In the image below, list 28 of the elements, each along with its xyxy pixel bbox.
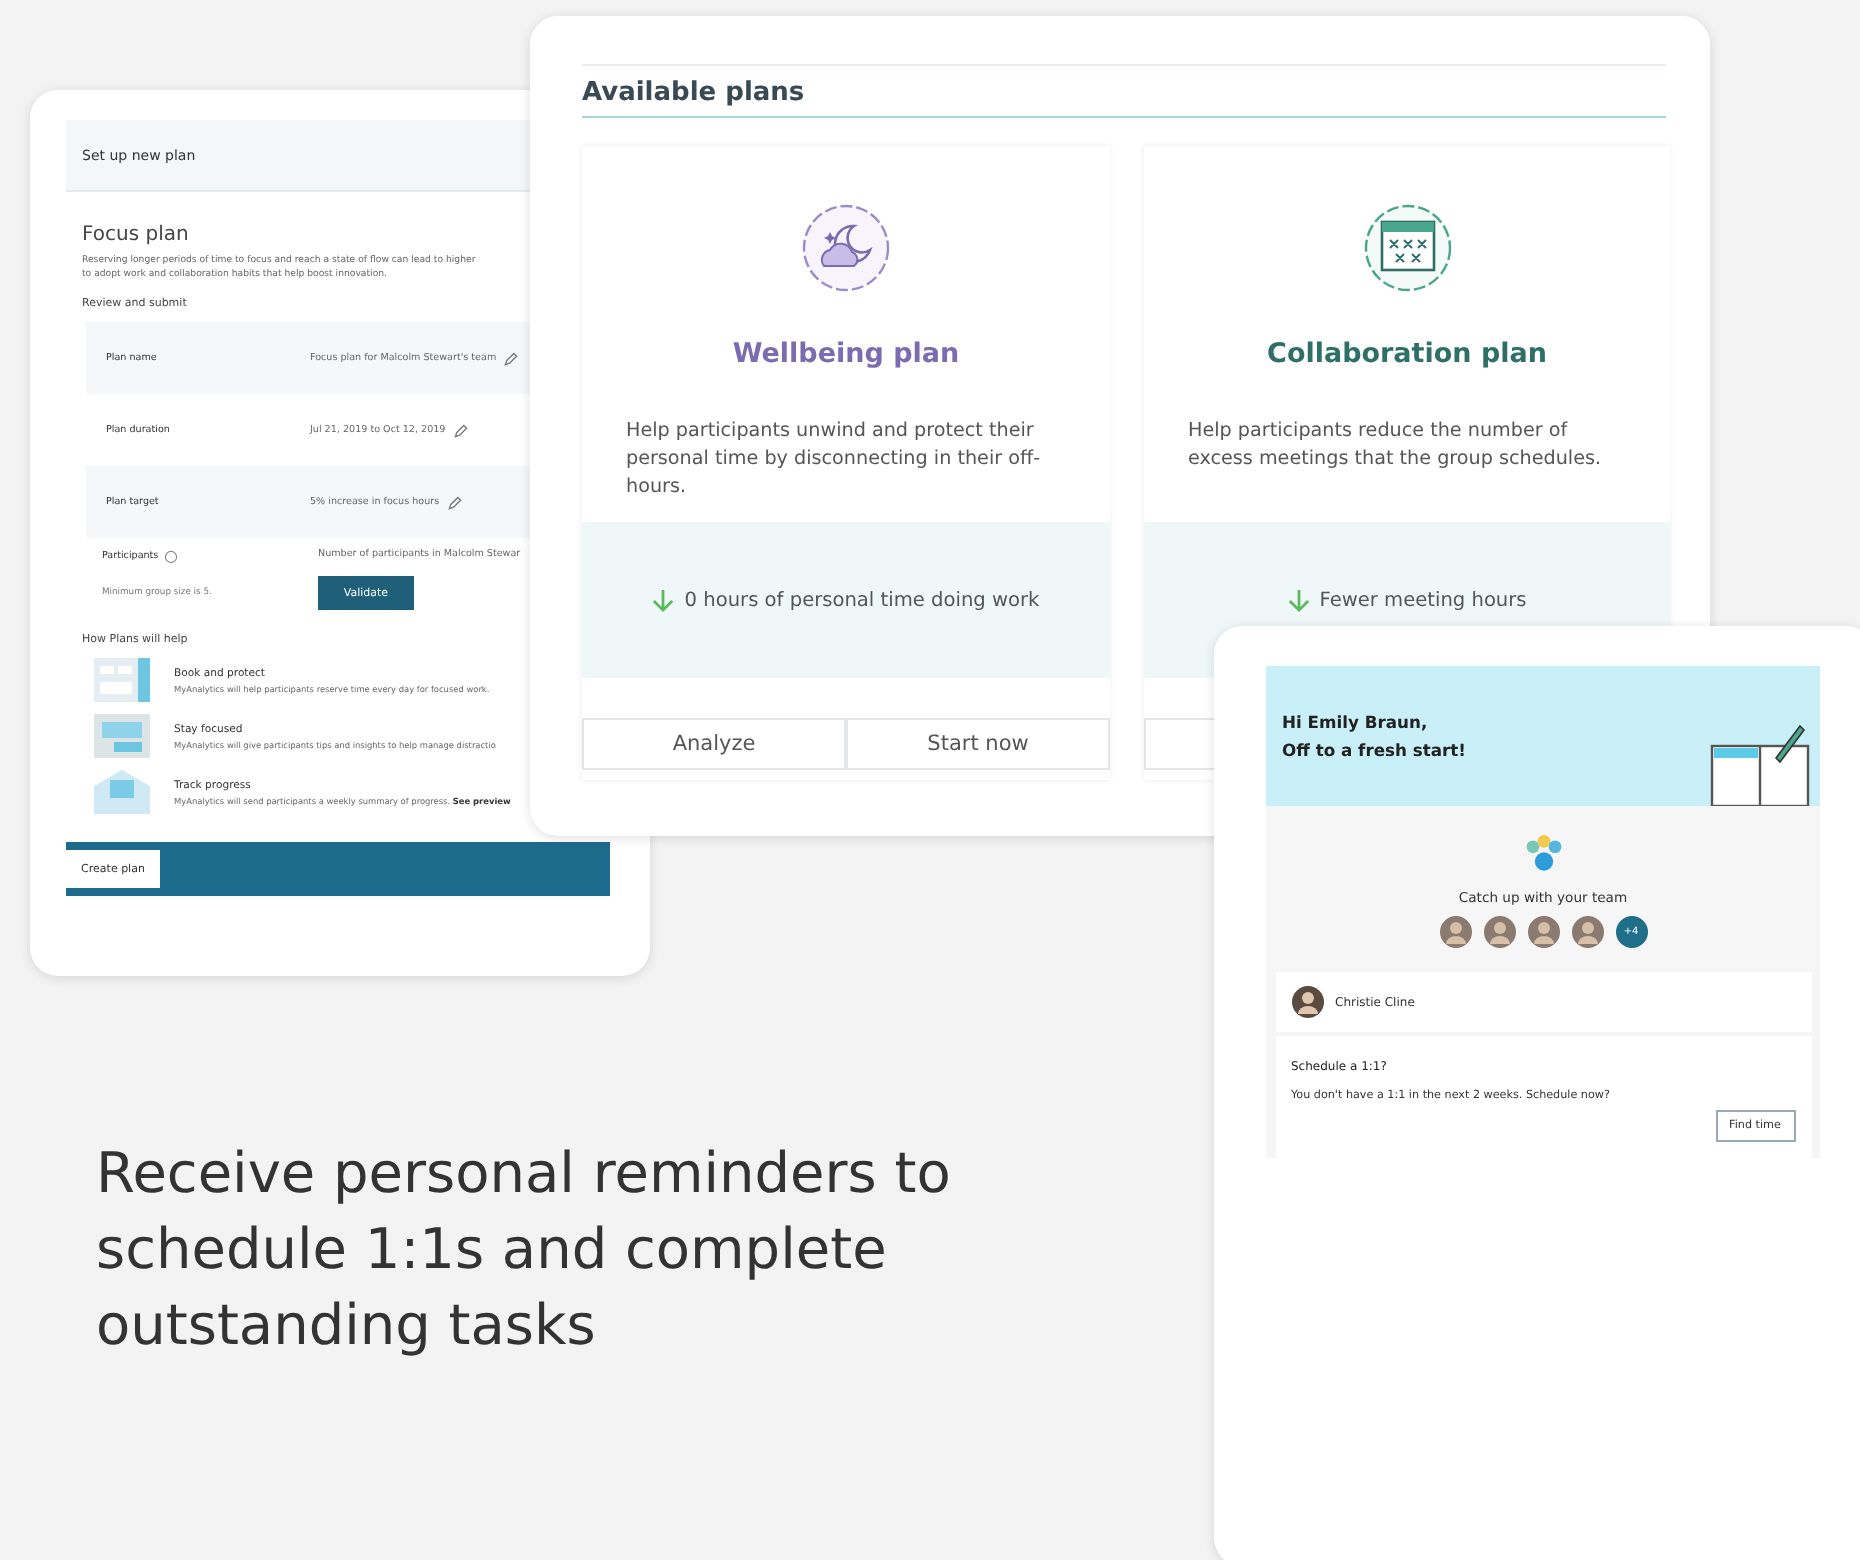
plan-name: Collaboration plan bbox=[1265, 338, 1549, 370]
outcome-text: 0 hours of personal time doing work bbox=[684, 589, 1040, 611]
envelope-icon bbox=[94, 770, 150, 814]
avatar-icon bbox=[1483, 916, 1515, 948]
plan-button[interactable]: Analyze bbox=[582, 718, 846, 770]
avatar-icon bbox=[1291, 986, 1323, 1018]
caption-text: Receive personal reminders to schedule 1:1s and complete outstanding tasks bbox=[96, 1138, 953, 1362]
down-arrow-icon bbox=[1287, 587, 1310, 613]
avatar-icon bbox=[1439, 916, 1471, 948]
plans-title: Available plans bbox=[582, 64, 1666, 118]
greeting-text: Hi Emily Braun, Off to a fresh start! bbox=[1282, 710, 1466, 764]
avatar-icon bbox=[1571, 916, 1603, 948]
pencil-icon[interactable] bbox=[504, 351, 519, 365]
down-arrow-icon bbox=[652, 587, 675, 613]
moon-cloud-icon bbox=[800, 202, 892, 294]
outcome-text: Fewer meeting hours bbox=[1319, 589, 1527, 611]
calendar-icon bbox=[1361, 202, 1453, 294]
plan-description: Help participants unwind and protect their personal time by disconnecting in their off-hours. bbox=[624, 418, 1043, 502]
plan-description: Help participants reduce the number of excess meetings that the group schedules. bbox=[1186, 418, 1604, 474]
screen-icon bbox=[94, 714, 150, 758]
pencil-icon[interactable] bbox=[453, 423, 468, 437]
info-icon[interactable] bbox=[164, 550, 179, 564]
plan-title: Focus plan bbox=[82, 224, 191, 246]
plan-name: Wellbeing plan bbox=[730, 338, 962, 370]
plan-button[interactable]: Start now bbox=[846, 718, 1110, 770]
pencil-icon[interactable] bbox=[447, 495, 462, 509]
avatar-icon bbox=[1527, 916, 1559, 948]
calendar-icon bbox=[94, 658, 150, 702]
